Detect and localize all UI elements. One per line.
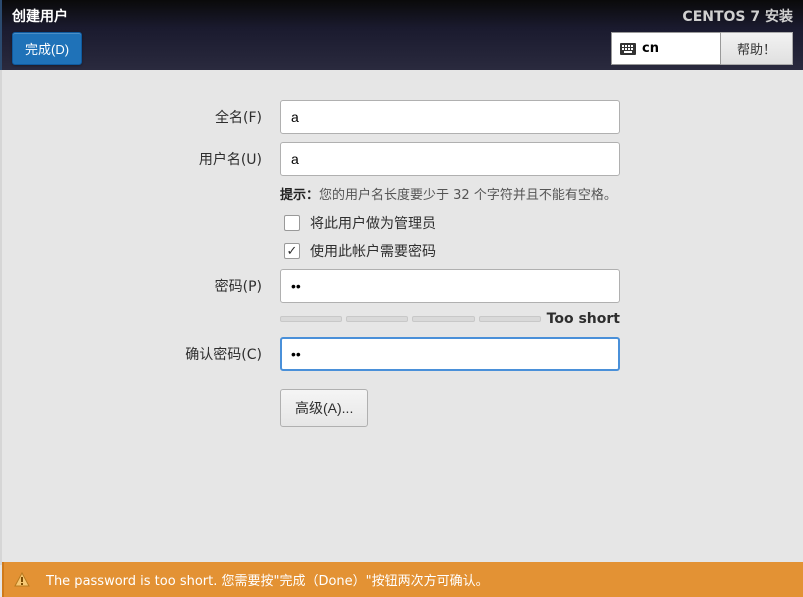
password-input[interactable] xyxy=(280,269,620,303)
confirm-password-input[interactable] xyxy=(280,337,620,371)
strength-seg-4 xyxy=(479,316,541,322)
strength-seg-1 xyxy=(280,316,342,322)
require-password-checkbox[interactable] xyxy=(284,243,300,259)
warning-text: The password is too short. 您需要按"完成（Done）… xyxy=(46,570,489,589)
require-password-checkbox-row[interactable]: 使用此帐户需要密码 xyxy=(284,241,763,261)
fullname-label: 全名(F) xyxy=(40,107,280,127)
username-input[interactable] xyxy=(280,142,620,176)
installer-subtitle: CENTOS 7 安装 xyxy=(682,6,793,26)
username-hint: 提示：您的用户名长度要少于 32 个字符并且不能有空格。 xyxy=(280,184,763,203)
keyboard-layout-text: cn xyxy=(642,41,659,56)
left-border xyxy=(0,70,2,565)
create-user-form: 全名(F) 用户名(U) 提示：您的用户名长度要少于 32 个字符并且不能有空格… xyxy=(0,70,803,447)
strength-seg-3 xyxy=(412,316,474,322)
require-password-checkbox-label: 使用此帐户需要密码 xyxy=(310,241,436,261)
header: 创建用户 完成(D) CENTOS 7 安装 cn 帮助！ xyxy=(0,0,803,70)
confirm-password-label: 确认密码(C) xyxy=(40,344,280,364)
keyboard-icon xyxy=(620,43,636,55)
password-strength-row: Too short xyxy=(280,311,620,327)
hint-label: 提示： xyxy=(280,188,319,203)
password-strength-label: Too short xyxy=(547,311,620,327)
hint-text: 您的用户名长度要少于 32 个字符并且不能有空格。 xyxy=(319,188,617,203)
warning-icon xyxy=(14,572,30,588)
admin-checkbox-row[interactable]: 将此用户做为管理员 xyxy=(284,213,763,233)
password-strength-bar xyxy=(280,316,541,322)
done-button[interactable]: 完成(D) xyxy=(12,32,82,65)
username-label: 用户名(U) xyxy=(40,149,280,169)
admin-checkbox[interactable] xyxy=(284,215,300,231)
help-button[interactable]: 帮助！ xyxy=(721,32,793,65)
warning-bar: The password is too short. 您需要按"完成（Done）… xyxy=(2,562,803,597)
fullname-input[interactable] xyxy=(280,100,620,134)
keyboard-indicator[interactable]: cn xyxy=(611,32,721,65)
advanced-button[interactable]: 高级(A)... xyxy=(280,389,368,427)
admin-checkbox-label: 将此用户做为管理员 xyxy=(310,213,436,233)
password-label: 密码(P) xyxy=(40,276,280,296)
page-title: 创建用户 xyxy=(12,6,82,26)
strength-seg-2 xyxy=(346,316,408,322)
